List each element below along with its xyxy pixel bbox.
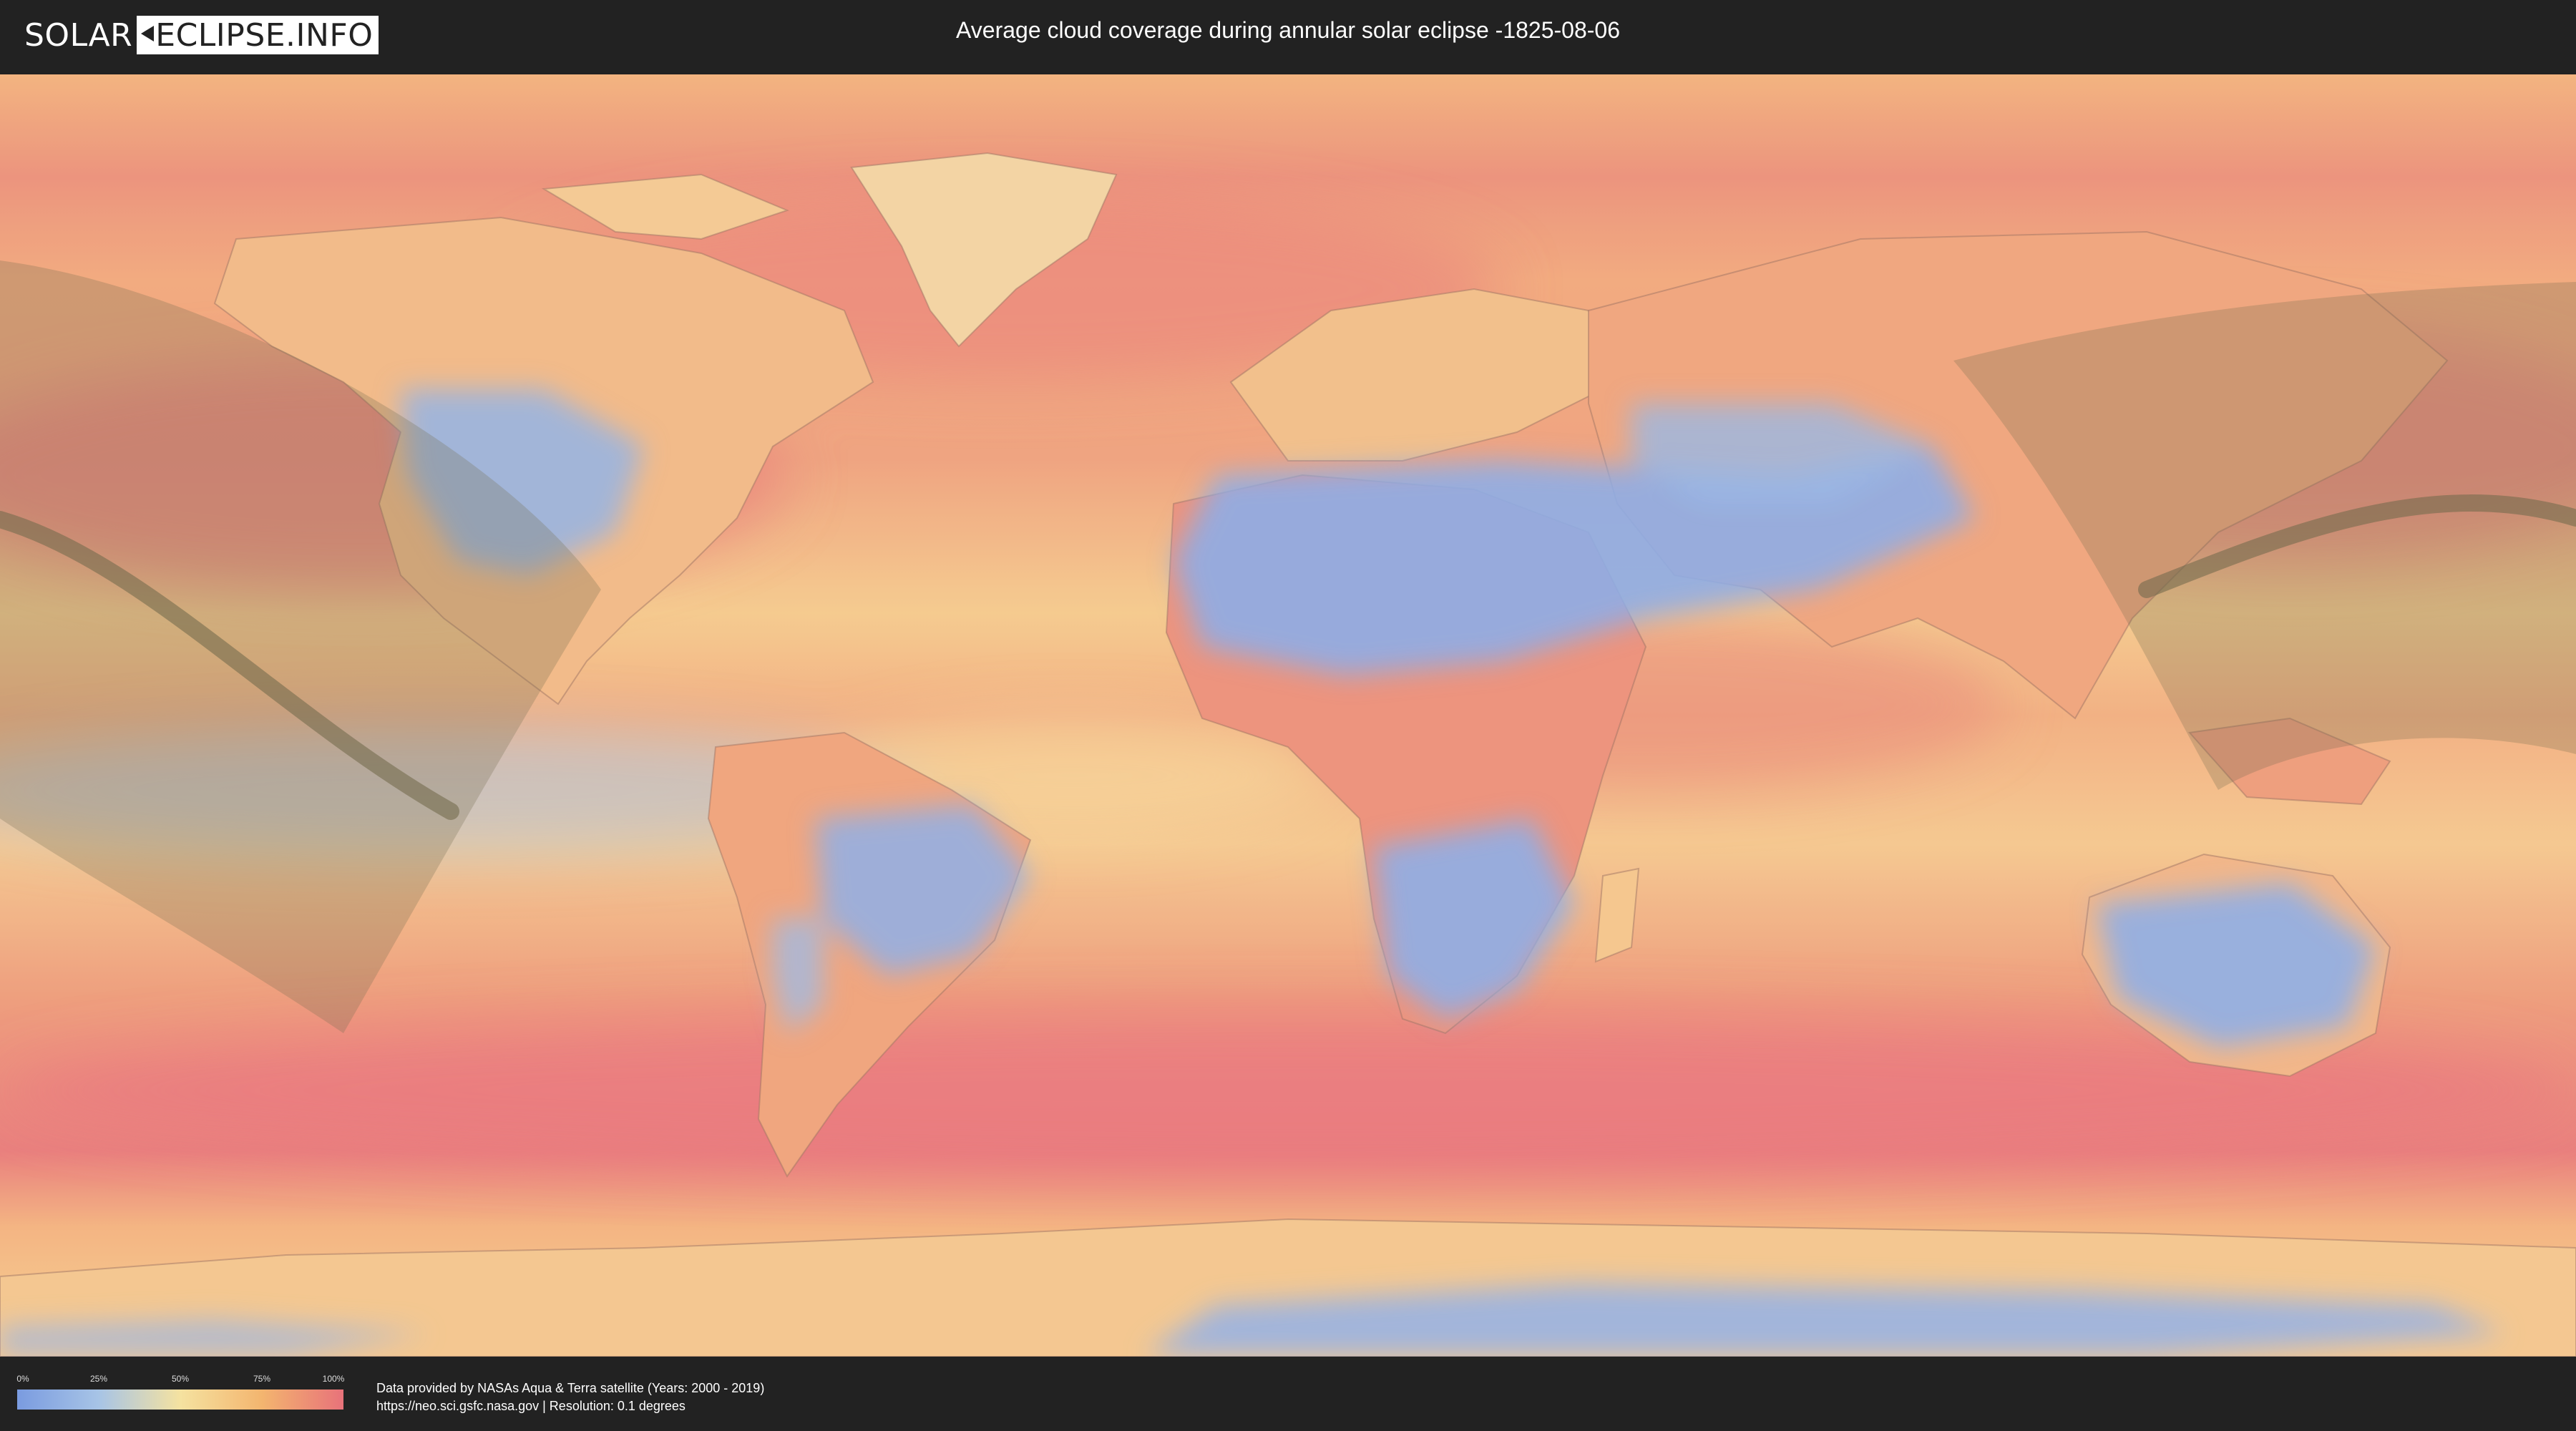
legend-ticks: 0% 25% 50% 75% 100% <box>16 1374 345 1387</box>
legend-tick: 75% <box>253 1374 271 1384</box>
cloud-coverage-legend: 0% 25% 50% 75% 100% <box>16 1374 345 1414</box>
world-map-svg[interactable] <box>0 74 2576 1357</box>
legend-tick: 0% <box>16 1374 29 1384</box>
footer-bar: 0% 25% 50% 75% 100% Data provided by NAS… <box>0 1357 2576 1431</box>
credits-line-source: Data provided by NASAs Aqua & Terra sate… <box>376 1381 765 1395</box>
map-haze <box>0 74 2576 1357</box>
legend-color-scale <box>17 1390 343 1410</box>
legend-tick: 25% <box>89 1374 108 1384</box>
legend-tick: 50% <box>171 1374 190 1384</box>
header-bar: SOLAR ECLIPSE.INFO Average cloud coverag… <box>0 0 2576 70</box>
data-credits: Data provided by NASAs Aqua & Terra sate… <box>376 1379 764 1415</box>
credits-line-url: https://neo.sci.gsfc.nasa.gov | Resoluti… <box>376 1399 686 1413</box>
cloud-coverage-map[interactable] <box>0 74 2576 1357</box>
legend-tick: 100% <box>322 1374 345 1384</box>
page-title: Average cloud coverage during annular so… <box>956 17 1620 43</box>
